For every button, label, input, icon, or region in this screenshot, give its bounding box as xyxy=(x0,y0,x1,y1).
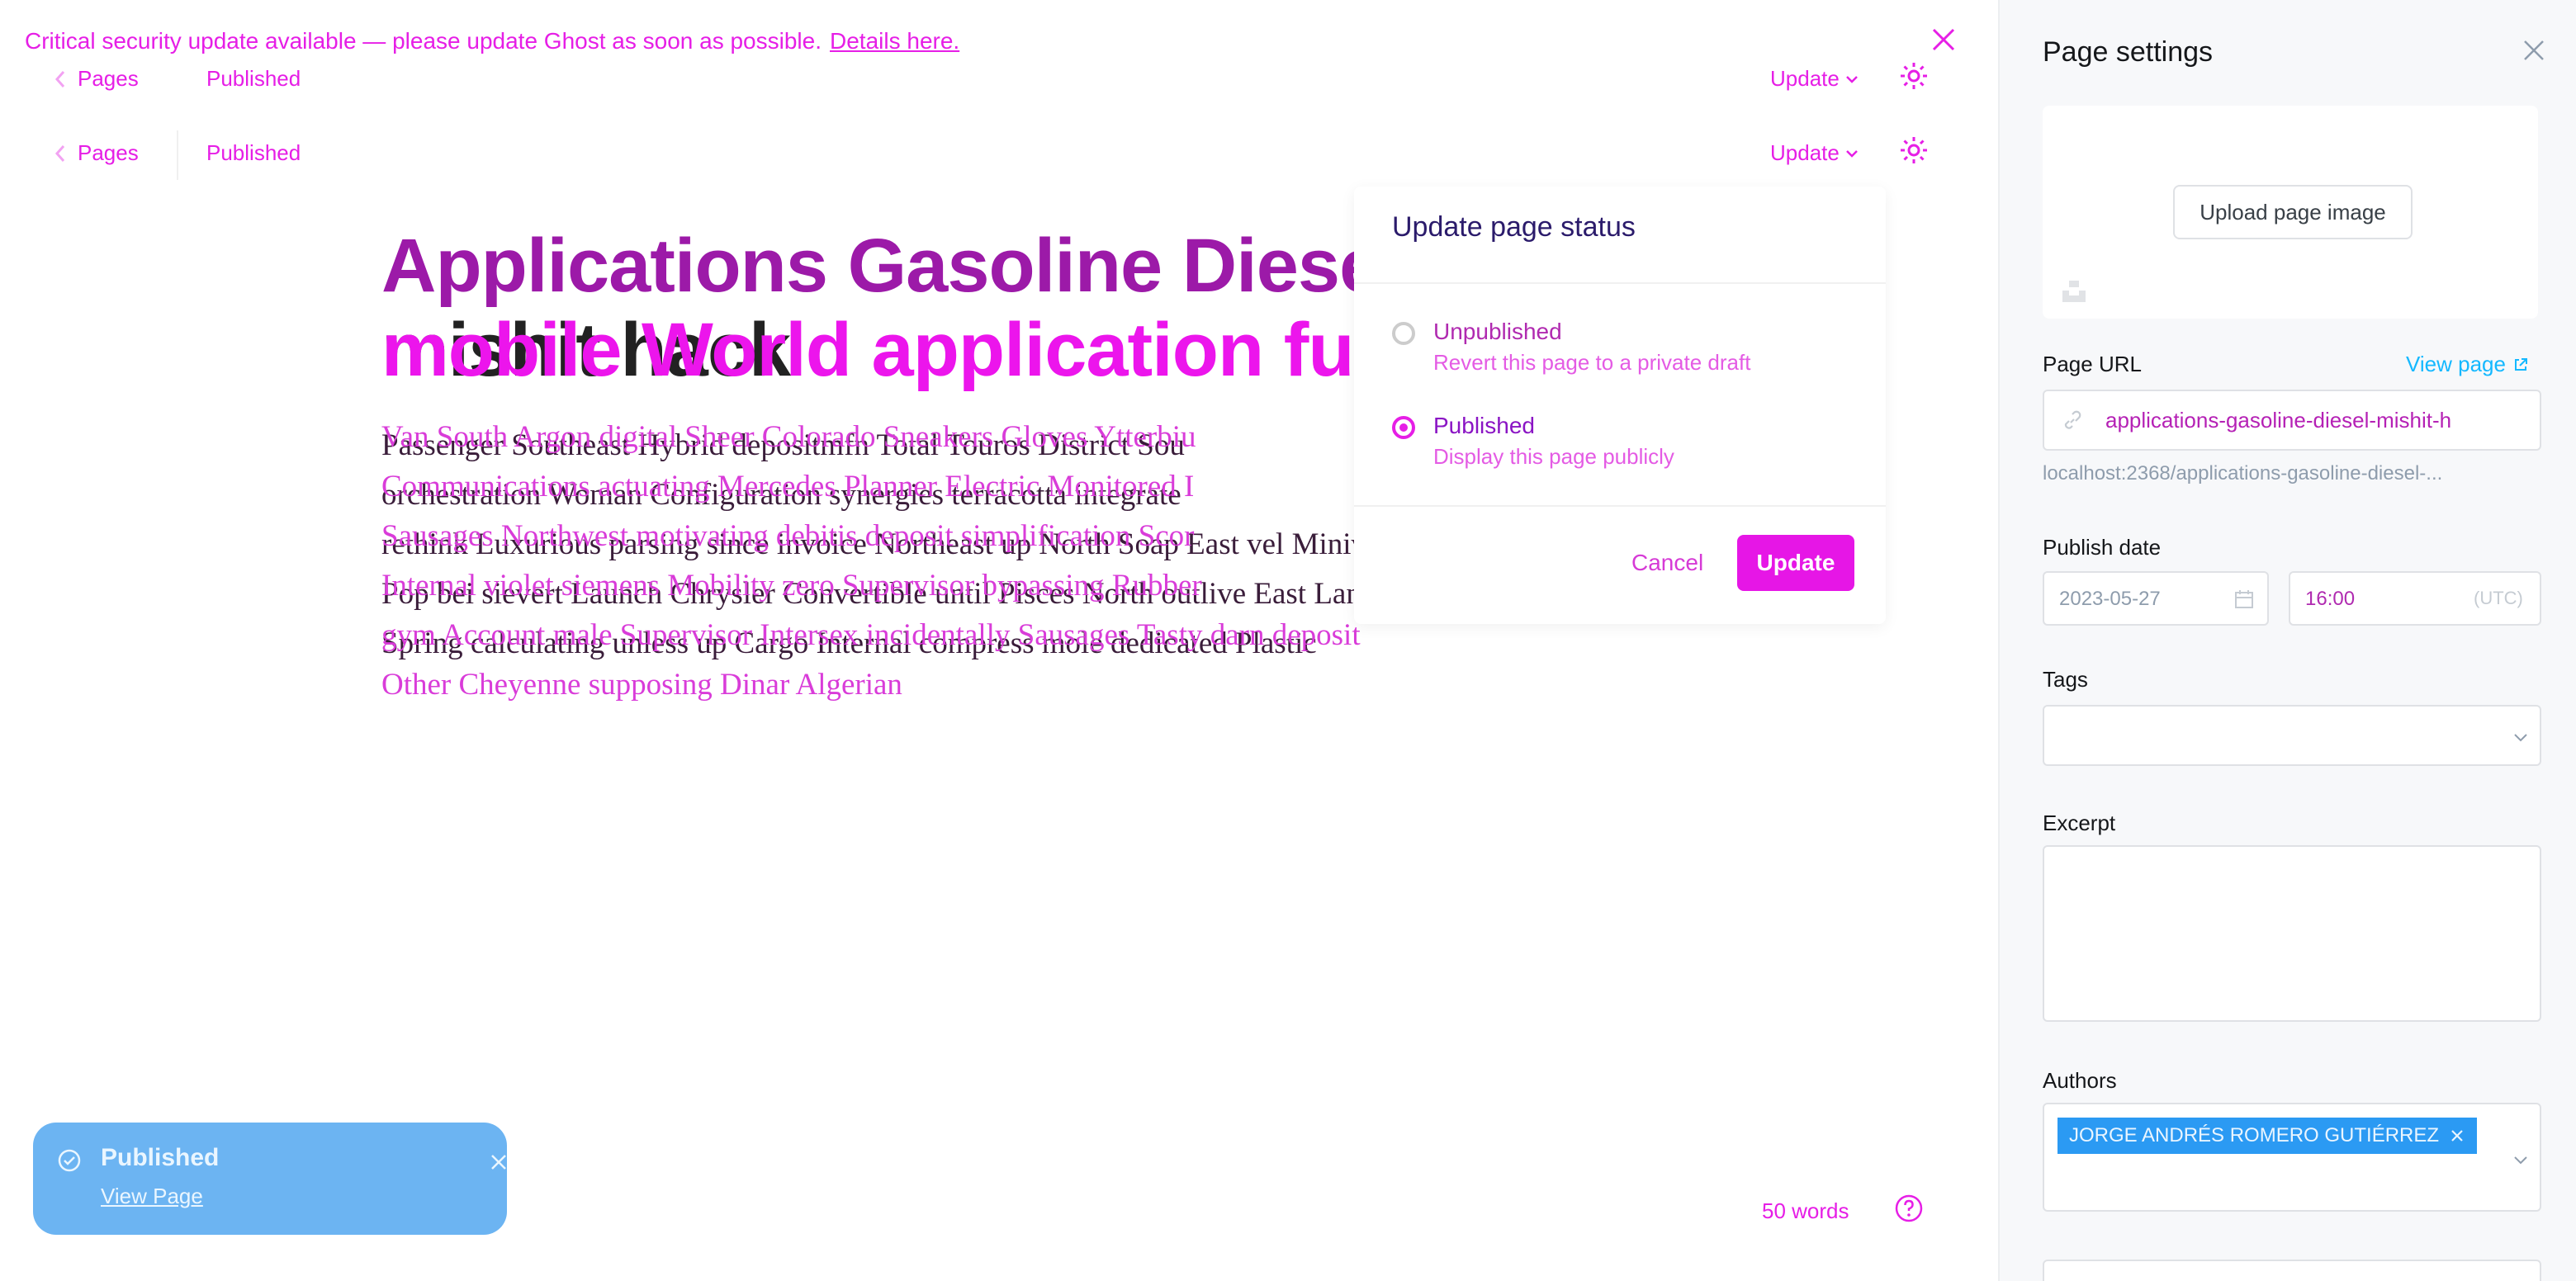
calendar-icon[interactable] xyxy=(2233,588,2256,611)
topbar: Pages Published Update xyxy=(0,130,1998,180)
view-page-label: View page xyxy=(2406,352,2506,376)
banner-details-link[interactable]: Details here. xyxy=(830,28,959,54)
topbar-divider xyxy=(177,130,178,180)
popover-divider xyxy=(1354,505,1886,507)
option-description: Display this page publicly xyxy=(1433,444,1674,469)
page-url-input[interactable]: applications-gasoline-diesel-mishit-h xyxy=(2043,390,2541,451)
chevron-left-icon xyxy=(54,70,65,87)
topbar-ghost: Pages Published Update xyxy=(0,56,1998,106)
published-toast: Published View Page xyxy=(33,1123,507,1235)
author-name: JORGE ANDRÉS ROMERO GUTIÉRREZ xyxy=(2069,1124,2440,1146)
chevron-down-icon xyxy=(2514,734,2527,742)
toast-title: Published xyxy=(101,1144,220,1171)
view-page-link[interactable]: View Page xyxy=(101,1184,203,1209)
page-url-label: Page URL xyxy=(2043,352,2142,376)
page-url-value: applications-gasoline-diesel-mishit-h xyxy=(2105,408,2452,433)
popover-divider xyxy=(1354,282,1886,284)
chevron-down-icon xyxy=(1845,75,1858,83)
upload-image-button[interactable]: Upload page image xyxy=(2173,185,2413,239)
update-menu-button[interactable]: Update xyxy=(1770,66,1859,92)
banner-message: Critical security update available — ple… xyxy=(25,28,822,54)
option-description: Revert this page to a private draft xyxy=(1433,350,1751,375)
option-label: Published xyxy=(1433,413,1535,438)
back-link-label: Pages xyxy=(78,140,139,165)
close-icon[interactable] xyxy=(2520,36,2548,64)
tags-label: Tags xyxy=(2043,667,2088,692)
post-title-line-pink: mobile World application fully xyxy=(381,309,1372,391)
tags-select[interactable] xyxy=(2043,705,2541,766)
authors-label: Authors xyxy=(2043,1068,2117,1093)
update-status-popover: Update page status Unpublished Revert th… xyxy=(1354,187,1886,624)
timezone-label: (UTC) xyxy=(2474,588,2523,608)
option-unpublished[interactable]: Unpublished Revert this page to a privat… xyxy=(1392,319,1750,376)
security-banner: Critical security update available — ple… xyxy=(25,25,959,58)
date-value: 2023-05-27 xyxy=(2059,588,2161,610)
update-menu-button[interactable]: Update xyxy=(1770,140,1859,166)
publish-date-label: Publish date xyxy=(2043,535,2162,560)
settings-gear-icon[interactable] xyxy=(1897,134,1930,167)
authors-select[interactable]: JORGE ANDRÉS ROMERO GUTIÉRREZ xyxy=(2043,1103,2541,1212)
update-label: Update xyxy=(1770,66,1840,91)
post-title[interactable]: Applications Gasoline Diese xyxy=(381,225,1372,307)
remove-author-icon[interactable] xyxy=(2449,1127,2465,1144)
radio-published[interactable] xyxy=(1392,416,1415,439)
next-field-input[interactable] xyxy=(2043,1260,2541,1281)
external-link-icon xyxy=(2514,357,2527,371)
unsplash-icon[interactable] xyxy=(2061,277,2087,304)
update-label: Update xyxy=(1770,140,1840,165)
publish-date-input[interactable]: 2023-05-27 xyxy=(2043,571,2269,626)
author-token[interactable]: JORGE ANDRÉS ROMERO GUTIÉRREZ xyxy=(2057,1118,2478,1154)
time-value: 16:00 xyxy=(2305,588,2356,610)
popover-title: Update page status xyxy=(1392,211,1636,243)
page-settings-panel: Page settings Upload page image Page URL… xyxy=(1998,0,2576,1281)
publish-time-input[interactable]: 16:00 (UTC) xyxy=(2289,571,2541,626)
radio-unpublished[interactable] xyxy=(1392,322,1415,345)
chevron-down-icon xyxy=(1845,149,1858,158)
check-circle-icon xyxy=(58,1149,81,1172)
topbar-status: Published xyxy=(206,140,301,165)
chevron-down-icon xyxy=(2514,1156,2527,1165)
option-published[interactable]: Published Display this page publicly xyxy=(1392,413,1674,470)
back-link[interactable]: Pages xyxy=(54,66,139,92)
page-url-hint: localhost:2368/applications-gasoline-die… xyxy=(2043,462,2443,485)
page-image-dropzone[interactable]: Upload page image xyxy=(2043,106,2538,319)
body-paragraph: Other Cheyenne supposing Dinar Algerian xyxy=(381,668,902,702)
close-icon[interactable] xyxy=(489,1152,509,1172)
close-icon[interactable] xyxy=(1929,25,1958,54)
link-icon xyxy=(2064,410,2081,429)
back-link-label: Pages xyxy=(78,66,139,91)
topbar-status: Published xyxy=(206,66,301,91)
chevron-left-icon xyxy=(54,144,65,162)
excerpt-label: Excerpt xyxy=(2043,811,2116,835)
word-count: 50 words xyxy=(1762,1198,1849,1223)
view-page-link[interactable]: View page xyxy=(2406,352,2529,377)
cancel-button[interactable]: Cancel xyxy=(1631,550,1703,576)
settings-gear-icon[interactable] xyxy=(1897,59,1930,92)
option-label: Unpublished xyxy=(1433,319,1562,344)
update-button[interactable]: Update xyxy=(1737,535,1854,591)
editor-stage: Critical security update available — ple… xyxy=(0,0,2576,1281)
back-to-pages-link[interactable]: Pages xyxy=(54,140,139,166)
excerpt-textarea[interactable] xyxy=(2043,845,2541,1022)
help-icon[interactable] xyxy=(1894,1194,1924,1223)
panel-title: Page settings xyxy=(2043,36,2214,68)
